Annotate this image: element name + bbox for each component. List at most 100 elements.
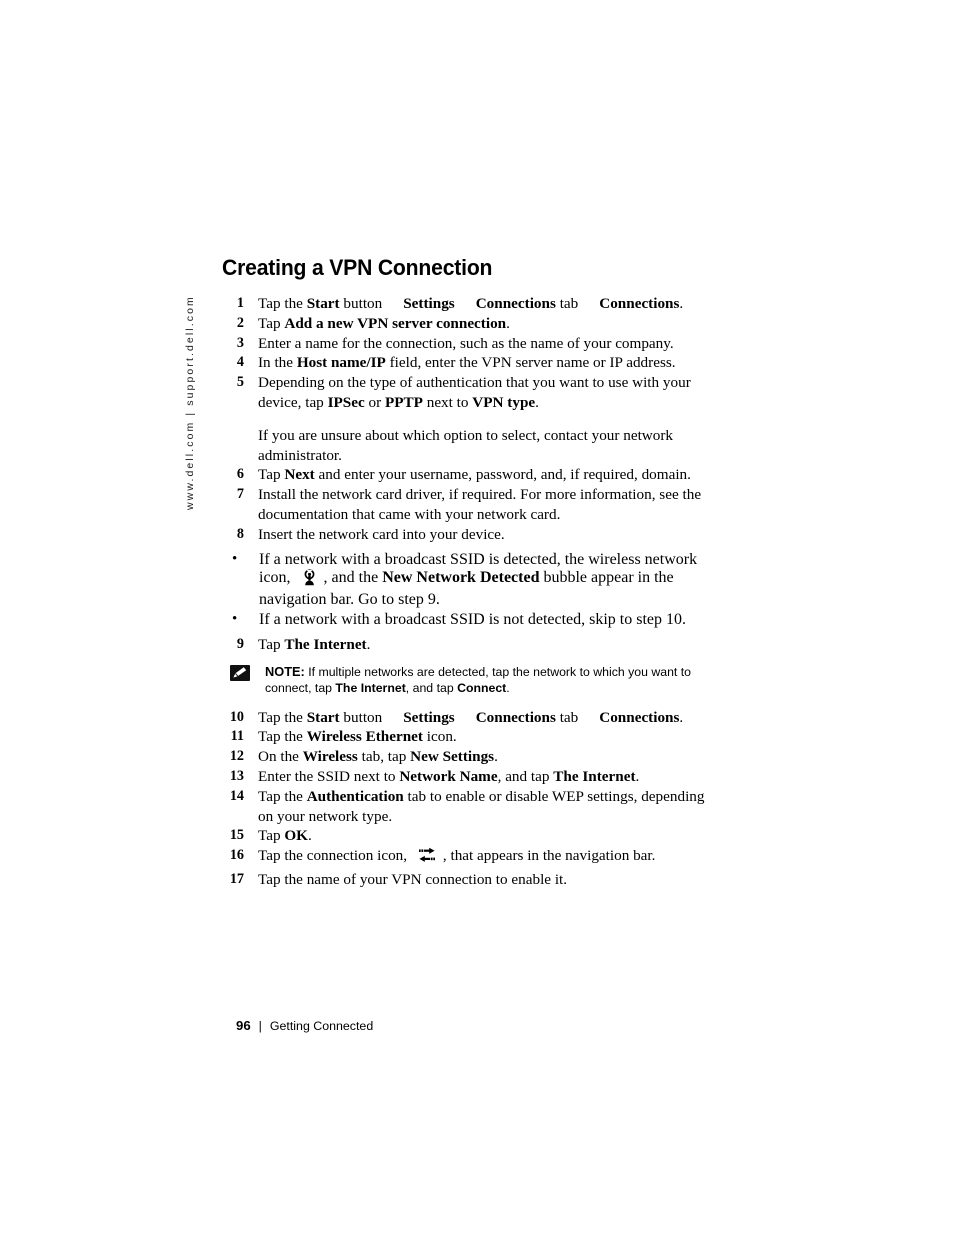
emphasis-text: The Internet [335,680,406,695]
body-text: Tap the [258,787,307,805]
step-body: Tap the Authentication tab to enable or … [258,787,712,827]
emphasis-text: Start [306,708,340,726]
emphasis-text: Start [306,295,340,312]
step-body: Tap the Start button Settings Connections … [258,294,712,314]
procedure-step: 9 Tap The Internet. [222,635,712,655]
step-text: Tap Next and enter your username, passwo… [258,465,712,485]
emphasis-text: OK [284,827,308,845]
step-number: 17 [229,870,244,887]
emphasis-text: Settings [403,295,455,312]
step-text: Enter a name for the connection, such as… [258,334,712,354]
emphasis-text: Connect [457,680,507,695]
step-number: 9 [236,635,244,652]
step-number: 6 [236,466,244,483]
step-body: Tap Add a new VPN server connection. [258,314,712,334]
body-text: Tap the [258,728,307,746]
step-text: Insert the network card into your device… [258,525,712,545]
step-body: Tap the Wireless Ethernet icon. [258,727,712,747]
page-footer: 96 | Getting Connected [236,1018,373,1033]
emphasis-text: New Settings [410,748,495,766]
procedure-step: 13 Enter the SSID next to Network Name, a… [222,767,712,787]
procedure-step-9: 9 Tap The Internet. [222,635,712,655]
step-body: Enter a name for the connection, such as… [258,334,712,354]
body-text: Tap [258,466,285,484]
emphasis-text: The Internet [284,635,367,653]
body-text: Enter a name for the connection, such as… [258,334,674,352]
body-text: button [339,708,383,726]
step-text: Tap OK. [258,826,712,846]
side-running-head: www.dell.com | support.dell.com [184,270,214,510]
step-number: 16 [229,847,244,864]
procedure-steps-10-17: 10 Tap the Start button Settings Connection… [222,708,712,890]
footer-separator: | [258,1019,262,1033]
step-body: Tap OK. [258,826,712,846]
body-text: . [366,635,371,653]
note-label: NOTE: [265,664,305,680]
body-text: Tap [258,314,285,332]
footer-page-number: 96 [236,1018,251,1033]
note-text: If multiple networks are detected, tap t… [265,665,691,695]
body-text: Tap [258,827,285,845]
step-body: Enter the SSID next to Network Name, and… [258,767,712,787]
emphasis-text: Settings [403,708,455,726]
step-body: Depending on the type of authentication … [258,373,712,465]
procedure-step: 8 Insert the network card into your devic… [222,525,712,545]
body-text: . [506,680,510,695]
emphasis-text: Authentication [306,787,404,805]
body-text: . [635,767,640,785]
body-text: , and tap [497,767,554,785]
body-text: If a network with a broadcast SSID is no… [259,610,687,628]
body-text: , and the [323,568,383,586]
body-text: Enter the SSID next to [258,767,400,785]
emphasis-text: Connections [475,295,556,312]
step-body: Tap the connection icon, , that appears … [258,846,712,870]
emphasis-text: The Internet [553,767,636,785]
note-callout: NOTE: If multiple networks are detected,… [222,664,712,696]
step-number: 15 [229,827,244,844]
step-number: 11 [230,728,244,745]
procedure-step: 12 On the Wireless tab, tap New Settings. [222,747,712,767]
step-number: 12 [229,748,244,765]
step-note-paragraph: If you are unsure about which option to … [258,426,674,464]
step-text: Tap the connection icon, , that appears … [258,846,712,870]
body-text: Tap the connection icon, [258,847,411,865]
side-running-head-text: www.dell.com | support.dell.com [184,295,196,510]
procedure-step: 10 Tap the Start button Settings Connection… [222,708,712,728]
bullet-text: If a network with a broadcast SSID is de… [259,551,697,608]
body-text: . [679,708,684,726]
body-text: , and tap [405,680,458,695]
emphasis-text: Connections [475,708,556,726]
step-text: Install the network card driver, if requ… [258,485,712,525]
body-text: On the [258,748,303,766]
emphasis-text: New Network Detected [382,568,540,586]
step-number: 13 [229,767,244,784]
emphasis-text: Wireless Ethernet [306,728,423,746]
emphasis-text: Next [284,466,315,484]
step-text: Tap the Start button Settings Connections … [258,294,712,314]
procedure-step: 5 Depending on the type of authentication… [222,373,712,465]
footer-chapter-name: Getting Connected [269,1019,374,1033]
step-body: Insert the network card into your device… [258,525,712,545]
emphasis-text: Connections [599,708,680,726]
procedure-step: 15 Tap OK. [222,826,712,846]
step-number: 2 [236,314,244,331]
step-number: 10 [229,708,244,725]
step-body: Tap the name of your VPN connection to e… [258,870,712,890]
step-body: Tap The Internet. [258,635,712,655]
body-text: tab [555,295,579,312]
body-text: Tap the [258,295,307,312]
step-body: On the Wireless tab, tap New Settings. [258,747,712,767]
body-text: . [494,748,498,766]
body-text: Tap [258,635,285,653]
body-text: . [679,295,684,312]
emphasis-text: Wireless [302,748,358,766]
step-number: 5 [236,374,244,391]
procedure-step: 3 Enter a name for the connection, such a… [222,334,712,354]
step-text: Tap Add a new VPN server connection. [258,314,712,334]
body-text: In the [258,354,297,372]
step-text: Enter the SSID next to Network Name, and… [258,767,712,787]
body-text: Tap the name of your VPN connection to e… [258,870,568,888]
body-text: icon. [422,728,457,746]
step-body: Tap Next and enter your username, passwo… [258,465,712,485]
body-text: . [506,314,510,332]
